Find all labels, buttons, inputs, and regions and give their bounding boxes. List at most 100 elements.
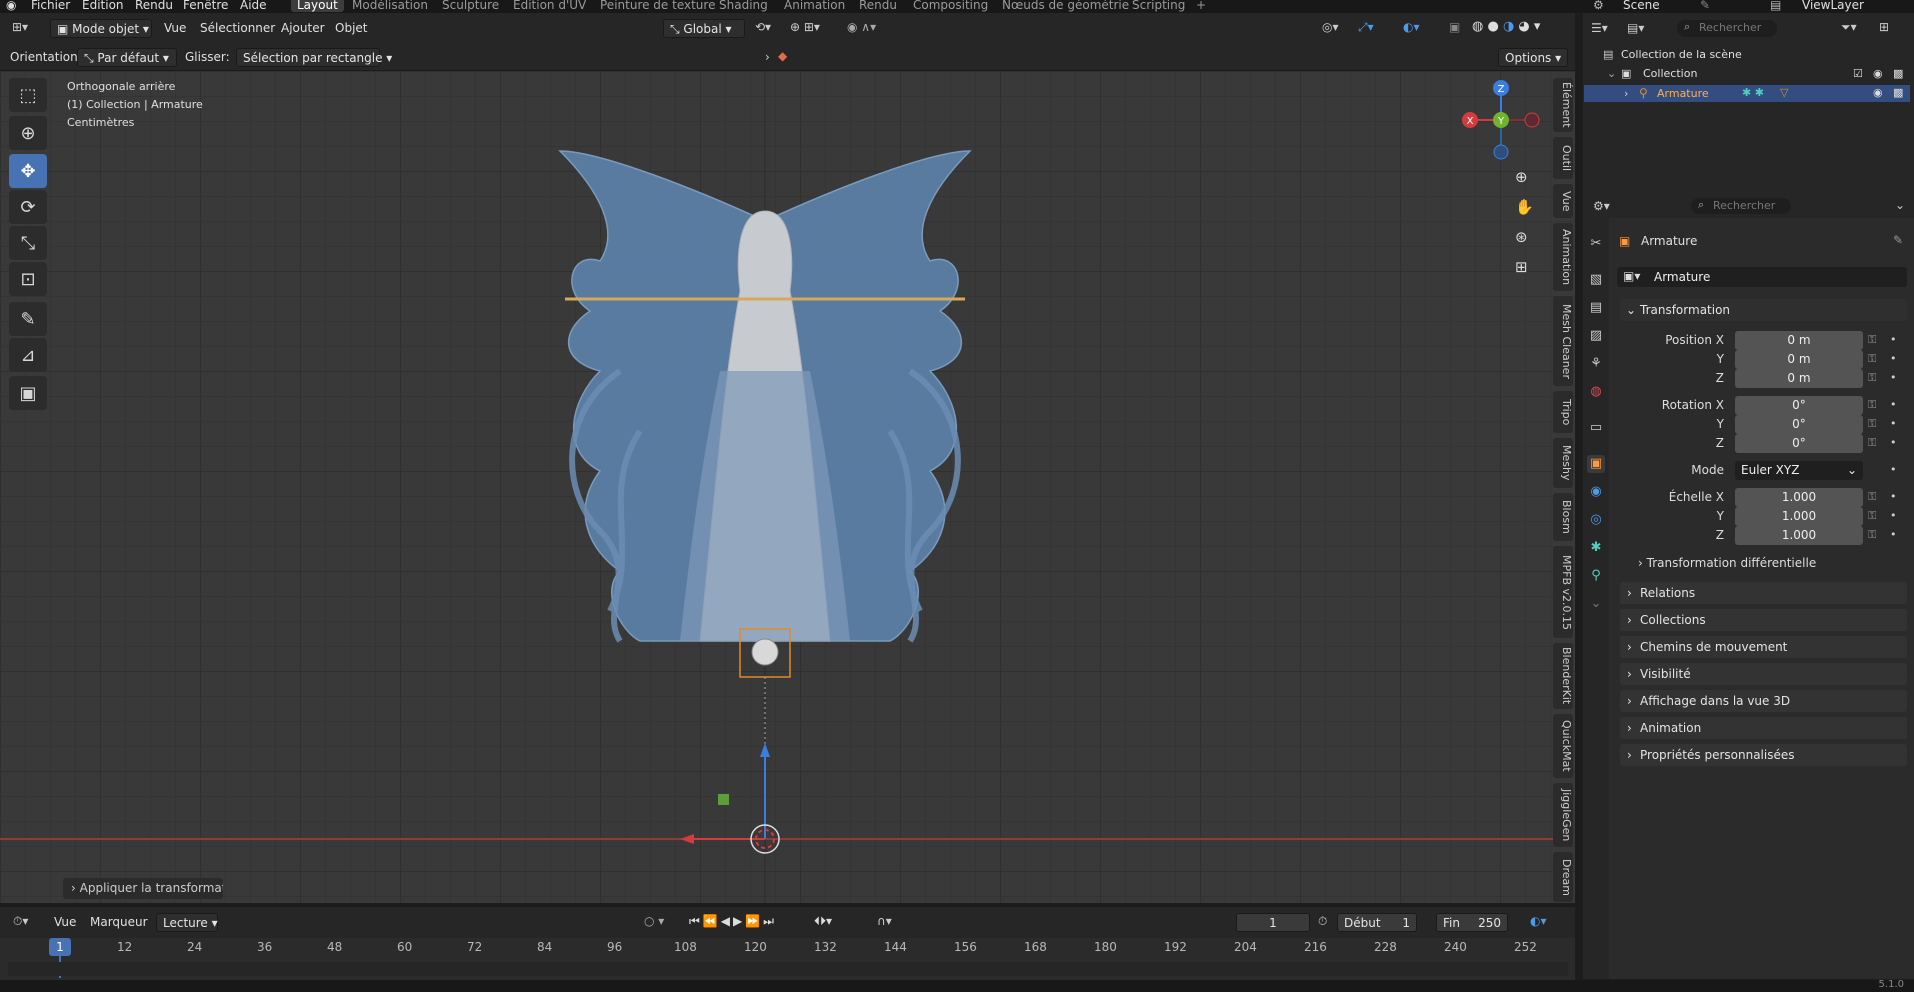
- lock-icon[interactable]: ⚿: [1868, 352, 1876, 366]
- lock-icon[interactable]: ⚿: [1868, 509, 1876, 523]
- world-tab-icon[interactable]: ◍: [1587, 383, 1605, 401]
- clock-icon[interactable]: ⏱: [1318, 914, 1327, 929]
- annotate-tool-icon[interactable]: ✎: [9, 302, 47, 336]
- scene-icon[interactable]: ⚙: [1593, 0, 1604, 12]
- overlay-toggle-icon[interactable]: ◐▾: [1403, 20, 1420, 34]
- menu-select[interactable]: Sélectionner: [200, 21, 275, 35]
- ortho-grid-icon[interactable]: ⊞: [1515, 258, 1528, 276]
- tab-blosm[interactable]: Blosm: [1553, 493, 1573, 541]
- tab-geometry-nodes[interactable]: Nœuds de géométrie: [1002, 0, 1129, 12]
- drag-mode-dropdown[interactable]: Sélection par rectangle ▾: [236, 48, 392, 67]
- keyframe-dot-icon[interactable]: •: [1890, 509, 1897, 522]
- tab-mesh-cleaner[interactable]: Mesh Cleaner: [1553, 296, 1573, 386]
- tab-layout[interactable]: Layout: [291, 0, 344, 12]
- transform-panel-header[interactable]: ⌄ Transformation: [1620, 299, 1907, 321]
- checkbox-icon[interactable]: ☑: [1853, 67, 1863, 80]
- shading-modes-icon[interactable]: ◍ ● ◑ ◕ ▾: [1472, 19, 1540, 34]
- keyframe-dot-icon[interactable]: •: [1890, 371, 1897, 384]
- transform-orientation-dropdown[interactable]: ⤡ Global ▾: [663, 19, 745, 38]
- keyframe-jump-icon[interactable]: ⏴⏵▾: [814, 914, 832, 929]
- transform-tool-icon[interactable]: ⊡: [9, 262, 47, 296]
- keyframe-dot-icon[interactable]: •: [1890, 352, 1897, 365]
- blender-logo-icon[interactable]: ◉: [6, 0, 16, 12]
- tab-texture-paint[interactable]: Peinture de texture: [600, 0, 715, 12]
- panel-animation[interactable]: › Animation: [1620, 717, 1907, 739]
- keyframe-dot-icon[interactable]: •: [1890, 463, 1897, 476]
- lock-icon[interactable]: ⚿: [1868, 417, 1876, 431]
- position-y-field[interactable]: 0 m: [1735, 350, 1863, 369]
- render-tab-icon[interactable]: ▧: [1587, 271, 1605, 289]
- tab-mpfb[interactable]: MPFB v2.0.15: [1553, 546, 1573, 638]
- tab-rendering[interactable]: Rendu: [859, 0, 897, 12]
- measure-tool-icon[interactable]: ⊿: [9, 338, 47, 372]
- panel-relations[interactable]: › Relations: [1620, 582, 1907, 604]
- panel-visibility[interactable]: › Visibilité: [1620, 663, 1907, 685]
- tab-quickmat[interactable]: QuickMat: [1553, 714, 1573, 778]
- tab-sculpting[interactable]: Sculpture: [442, 0, 499, 12]
- chevron-right-icon[interactable]: ›: [1624, 87, 1628, 100]
- new-collection-icon[interactable]: ⊞: [1879, 20, 1889, 34]
- rotation-z-field[interactable]: 0°: [1735, 434, 1863, 453]
- eye-icon[interactable]: ◉: [1873, 86, 1883, 99]
- modifier-icon[interactable]: ▽: [1780, 86, 1788, 99]
- tab-blenderkit[interactable]: BlenderKit: [1553, 643, 1573, 709]
- camera-view-icon[interactable]: ⊛: [1515, 228, 1528, 246]
- orientation-dropdown[interactable]: ⤡ Par défaut ▾: [77, 48, 177, 67]
- tab-tripo[interactable]: Tripo: [1553, 391, 1573, 433]
- keyframe-dot-icon[interactable]: •: [1890, 417, 1897, 430]
- camera-icon[interactable]: ▩: [1893, 67, 1903, 80]
- menu-edit[interactable]: Edition: [82, 0, 124, 12]
- view-layer-name[interactable]: ViewLayer: [1802, 0, 1864, 12]
- viewport-scene[interactable]: [0, 71, 1575, 903]
- eye-icon[interactable]: ◉: [1873, 67, 1883, 80]
- timeline-menu-view[interactable]: Vue: [54, 915, 76, 929]
- keyframe-dot-icon[interactable]: •: [1890, 436, 1897, 449]
- timeline-scrollbar[interactable]: [8, 962, 1568, 976]
- tab-compositing[interactable]: Compositing: [913, 0, 988, 12]
- zoom-icon[interactable]: ⊕: [1515, 168, 1528, 186]
- tab-jigglegen[interactable]: JiggleGen: [1553, 783, 1573, 847]
- rotate-tool-icon[interactable]: ⟳: [9, 190, 47, 224]
- rotation-y-field[interactable]: 0°: [1735, 415, 1863, 434]
- lock-icon[interactable]: ⚿: [1868, 436, 1876, 450]
- keyframe-dot-icon[interactable]: •: [1890, 528, 1897, 541]
- auto-keying-icon[interactable]: ∩▾: [877, 914, 892, 928]
- tab-dream[interactable]: Dream: [1553, 852, 1573, 902]
- snap-icon[interactable]: ⊕ ⊞▾: [790, 20, 820, 34]
- add-cube-tool-icon[interactable]: ▣: [9, 376, 47, 410]
- timeline-editor-icon[interactable]: ⏱▾: [13, 914, 28, 929]
- tab-item[interactable]: Élément: [1553, 78, 1573, 132]
- chevron-down-icon[interactable]: ⌄: [1607, 67, 1616, 80]
- lock-icon[interactable]: ⚿: [1868, 398, 1876, 412]
- constraints-tab-icon[interactable]: ✱: [1587, 539, 1605, 557]
- output-tab-icon[interactable]: ▤: [1587, 299, 1605, 317]
- armature-data-tab-icon[interactable]: ⚲: [1587, 567, 1605, 585]
- view-layer-icon[interactable]: ▤: [1770, 0, 1781, 12]
- object-datablock-field[interactable]: ▣▾ Armature: [1617, 267, 1907, 287]
- timeline-overlay-icon[interactable]: ◐▾: [1530, 914, 1547, 928]
- keyframe-dot-icon[interactable]: •: [1890, 398, 1897, 411]
- modifiers-tab-icon[interactable]: ◉: [1587, 483, 1605, 501]
- lock-icon[interactable]: ⚿: [1868, 490, 1876, 504]
- gizmo-toggle-icon[interactable]: ⤢▾: [1358, 20, 1374, 35]
- addon-cube-icon[interactable]: ◆: [778, 49, 787, 63]
- pan-hand-icon[interactable]: ✋: [1515, 198, 1534, 216]
- delta-transform-subpanel[interactable]: › Transformation différentielle: [1638, 556, 1816, 570]
- menu-file[interactable]: Fichier: [31, 0, 70, 12]
- display-mode-icon[interactable]: ▤▾: [1627, 21, 1644, 35]
- playhead-label[interactable]: 1: [49, 938, 71, 956]
- object-tab-icon[interactable]: ▣: [1587, 455, 1605, 473]
- tab-tool[interactable]: Outil: [1553, 137, 1573, 179]
- keying-icon[interactable]: ○ ▾: [644, 914, 664, 928]
- scale-z-field[interactable]: 1.000: [1735, 526, 1863, 545]
- editor-type-icon[interactable]: ⊞▾: [12, 20, 28, 34]
- menu-view[interactable]: Vue: [164, 21, 186, 35]
- cursor-tool-icon[interactable]: ⊕: [9, 116, 47, 150]
- menu-window[interactable]: Fenêtre: [183, 0, 228, 12]
- playback-controls[interactable]: ⏮⏪◀▶⏩⏭: [689, 914, 777, 929]
- last-operator-panel[interactable]: › Appliquer la transformati: [63, 878, 223, 899]
- properties-search-input[interactable]: ⌕ Rechercher: [1691, 198, 1791, 214]
- lock-icon[interactable]: ⚿: [1868, 528, 1876, 542]
- tab-animation[interactable]: Animation: [784, 0, 845, 12]
- outliner-search-input[interactable]: ⌕ Rechercher: [1677, 20, 1777, 37]
